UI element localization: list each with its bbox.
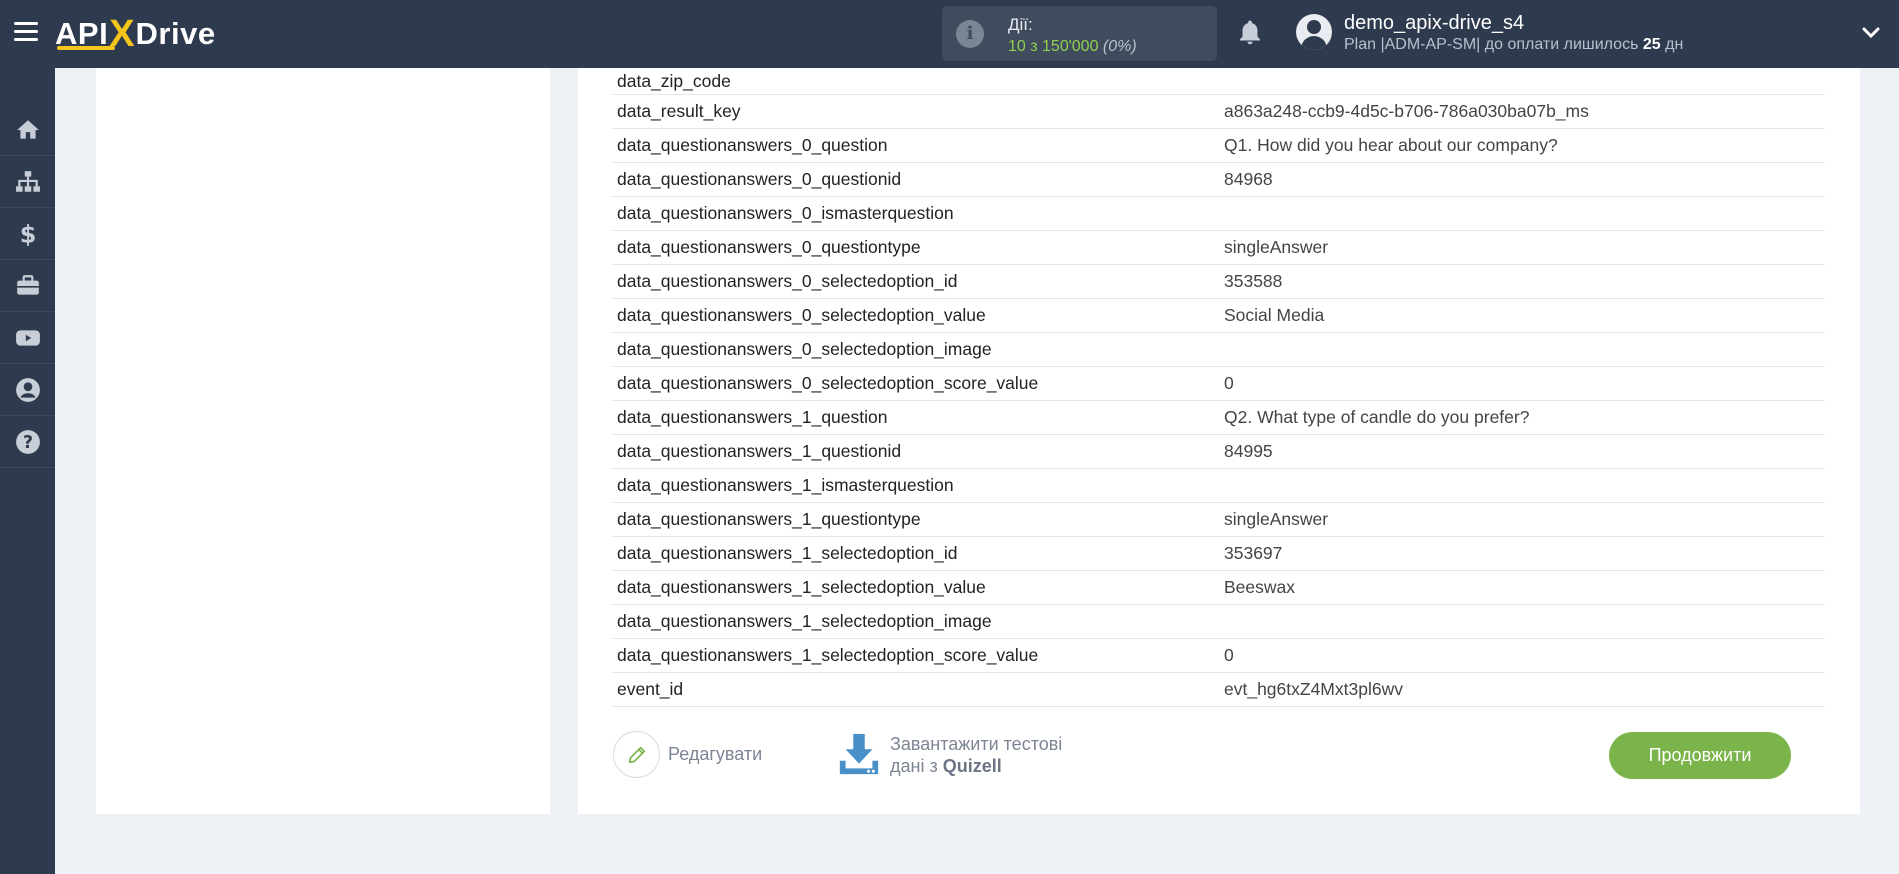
- field-key: data_questionanswers_1_questionid: [617, 441, 902, 461]
- sitemap-icon: [15, 170, 40, 192]
- sidebar-item-account[interactable]: [0, 364, 55, 416]
- field-key: data_questionanswers_0_selectedoption_sc…: [617, 373, 1039, 393]
- table-row: data_questionanswers_0_selectedoption_im…: [612, 333, 1825, 367]
- field-value: 0: [1224, 645, 1234, 665]
- bell-icon[interactable]: [1235, 18, 1265, 48]
- table-row: data_questionanswers_0_question Q1. How d…: [612, 129, 1825, 163]
- actions-value: 10 з 150'000 (0%): [1008, 38, 1137, 55]
- field-key: data_questionanswers_1_ismasterquestion: [617, 475, 954, 495]
- svg-text:?: ?: [22, 432, 32, 452]
- logo-underline: [57, 46, 115, 50]
- continue-button[interactable]: Продовжити: [1609, 732, 1791, 779]
- field-key: data_questionanswers_0_questiontype: [617, 237, 921, 257]
- home-icon: [16, 119, 39, 139]
- sidebar-item-services[interactable]: [0, 260, 55, 312]
- field-value: singleAnswer: [1224, 509, 1329, 529]
- table-row: data_questionanswers_1_selectedoption_va…: [612, 571, 1825, 605]
- field-key: data_questionanswers_0_selectedoption_im…: [617, 339, 992, 359]
- logo-drive-text: Drive: [135, 16, 216, 51]
- actions-percent: (0%): [1102, 38, 1137, 55]
- top-bar: API X Drive i Дії: 10 з 150'000 (0%) demo_…: [0, 0, 1899, 68]
- table-row: data_questionanswers_0_selectedoption_sc…: [612, 367, 1825, 401]
- info-icon: i: [956, 20, 984, 48]
- load-test-data-button[interactable]: Завантажити тестові дані з Quizell: [836, 732, 1062, 778]
- data-table: data_zip_code data_result_key a863a248-ccb…: [612, 68, 1825, 707]
- load-source: Quizell: [942, 756, 1002, 776]
- field-key: data_questionanswers_1_selectedoption_id: [617, 543, 958, 563]
- table-row: data_questionanswers_0_questionid 84968: [612, 163, 1825, 197]
- main-panel: data_zip_code data_result_key a863a248-ccb…: [578, 68, 1860, 814]
- field-key: data_zip_code: [617, 70, 731, 91]
- field-key: data_questionanswers_1_selectedoption_im…: [617, 611, 992, 631]
- field-value: 84995: [1224, 441, 1273, 461]
- field-value: 353588: [1224, 271, 1283, 291]
- table-row: data_questionanswers_1_selectedoption_im…: [612, 605, 1825, 639]
- field-key: data_questionanswers_1_selectedoption_sc…: [617, 645, 1039, 665]
- edit-button[interactable]: Редагувати: [613, 731, 762, 778]
- table-row: data_questionanswers_0_ismasterquestion: [612, 197, 1825, 231]
- actions-counter[interactable]: i Дії: 10 з 150'000 (0%): [942, 6, 1217, 61]
- download-icon: [839, 733, 879, 775]
- help-icon: ?: [15, 429, 40, 454]
- field-key: data_questionanswers_1_selectedoption_va…: [617, 577, 986, 597]
- table-row: data_result_key a863a248-ccb9-4d5c-b706-7…: [612, 95, 1825, 129]
- user-circle-icon: [15, 377, 40, 402]
- field-key: event_id: [617, 679, 684, 699]
- field-value: Social Media: [1224, 305, 1325, 325]
- field-value: a863a248-ccb9-4d5c-b706-786a030ba07b_ms: [1224, 101, 1589, 121]
- pencil-icon: [613, 731, 660, 778]
- edit-label: Редагувати: [668, 744, 763, 764]
- table-row: data_zip_code: [612, 68, 1825, 95]
- sidebar-item-video[interactable]: [0, 312, 55, 364]
- field-key: data_questionanswers_1_question: [617, 407, 888, 427]
- plan-days: 25: [1642, 36, 1661, 53]
- field-key: data_questionanswers_0_selectedoption_id: [617, 271, 958, 291]
- field-key: data_result_key: [617, 101, 741, 121]
- briefcase-icon: [16, 274, 39, 295]
- menu-icon[interactable]: [14, 22, 38, 42]
- table-row: data_questionanswers_1_selectedoption_sc…: [612, 639, 1825, 673]
- table-row: data_questionanswers_0_selectedoption_id…: [612, 265, 1825, 299]
- field-value: Q2. What type of candle do you prefer?: [1224, 407, 1530, 427]
- table-row: data_questionanswers_0_selectedoption_va…: [612, 299, 1825, 333]
- field-value: Q1. How did you hear about our company?: [1224, 135, 1558, 155]
- field-key: data_questionanswers_1_questiontype: [617, 509, 921, 529]
- table-row: data_questionanswers_1_question Q2. What …: [612, 401, 1825, 435]
- actions-label: Дії:: [1008, 15, 1033, 34]
- field-value: singleAnswer: [1224, 237, 1329, 257]
- table-row: event_id evt_hg6txZ4Mxt3pl6wv: [612, 673, 1825, 707]
- table-row: data_questionanswers_1_questiontype singl…: [612, 503, 1825, 537]
- field-key: data_questionanswers_0_ismasterquestion: [617, 203, 954, 223]
- field-value: 0: [1224, 373, 1234, 393]
- table-row: data_questionanswers_1_questionid 84995: [612, 435, 1825, 469]
- table-row: data_questionanswers_1_ismasterquestion: [612, 469, 1825, 503]
- sidebar-item-connections[interactable]: [0, 156, 55, 208]
- sidebar-item-billing[interactable]: $: [0, 208, 55, 260]
- field-value: 84968: [1224, 169, 1273, 189]
- user-plan: Plan |ADM-AP-SM| до оплати лишилось 25 д…: [1344, 36, 1684, 53]
- table-row: data_questionanswers_1_selectedoption_id…: [612, 537, 1825, 571]
- user-name[interactable]: demo_apix-drive_s4: [1344, 12, 1524, 35]
- field-key: data_questionanswers_0_selectedoption_va…: [617, 305, 986, 325]
- table-row: data_questionanswers_0_questiontype singl…: [612, 231, 1825, 265]
- chevron-down-icon[interactable]: [1862, 26, 1880, 39]
- sidebar-item-home[interactable]: [0, 104, 55, 156]
- avatar[interactable]: [1296, 14, 1332, 50]
- field-key: data_questionanswers_0_question: [617, 135, 888, 155]
- load-test-data-label: Завантажити тестові дані з Quizell: [890, 734, 1063, 776]
- sidebar-item-help[interactable]: ?: [0, 416, 55, 468]
- left-panel: [96, 68, 550, 814]
- field-value: evt_hg6txZ4Mxt3pl6wv: [1224, 679, 1403, 699]
- field-value: Beeswax: [1224, 577, 1296, 597]
- svg-text:$: $: [19, 221, 36, 247]
- field-value: 353697: [1224, 543, 1283, 563]
- youtube-icon: [15, 329, 40, 346]
- dollar-icon: $: [19, 221, 36, 247]
- field-key: data_questionanswers_0_questionid: [617, 169, 902, 189]
- sidebar: $ ?: [0, 68, 55, 874]
